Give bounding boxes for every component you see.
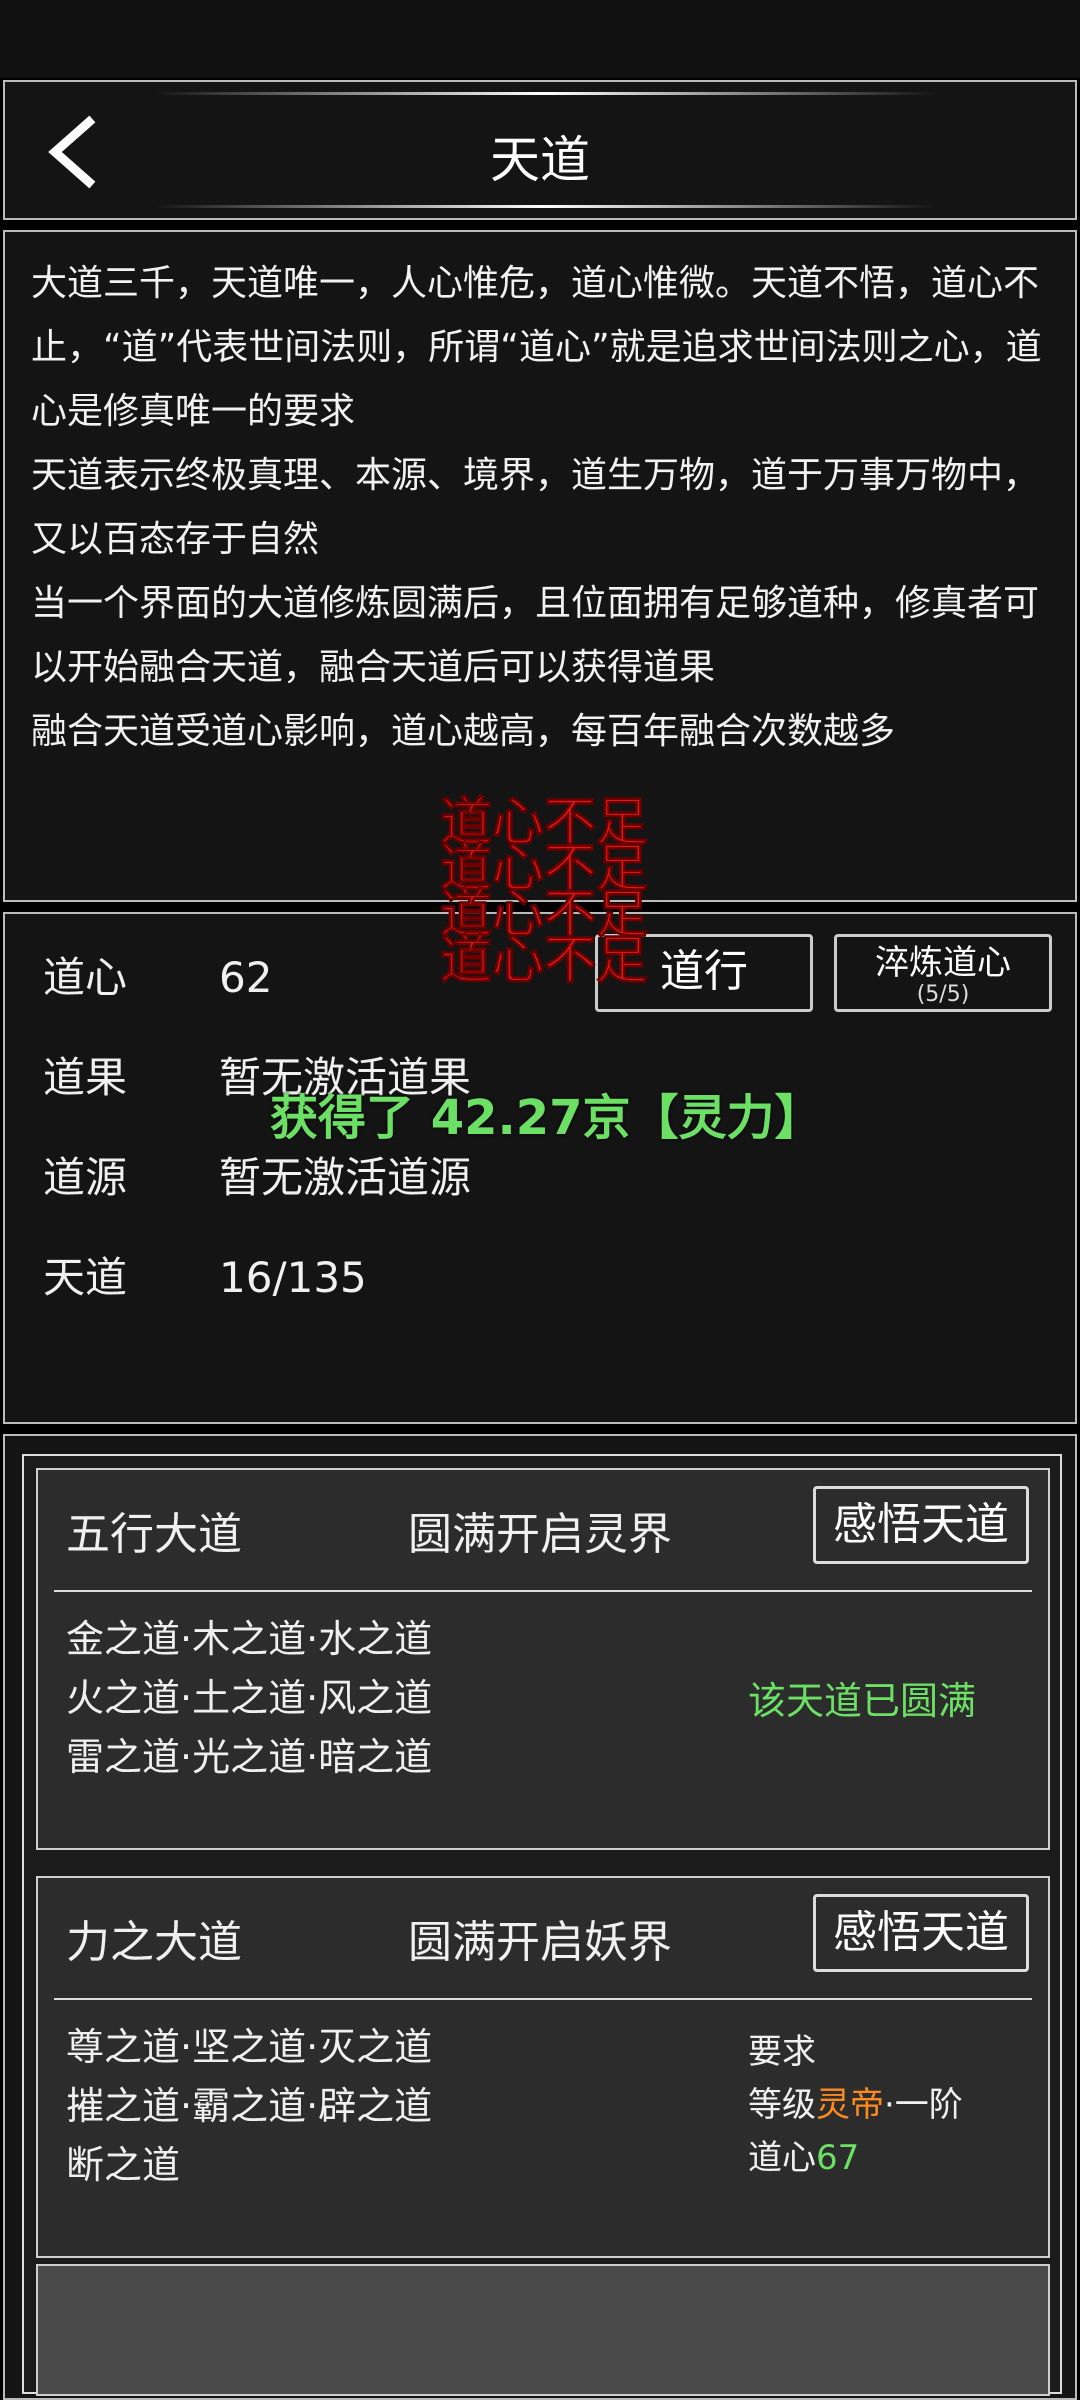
description-paragraph: 当一个界面的大道修炼圆满后，且位面拥有足够道种，修真者可以开始融合天道，融合天道… bbox=[31, 583, 1040, 688]
dao-unlock-text: 圆满开启灵界 bbox=[408, 1509, 672, 1560]
page-title: 天道 bbox=[490, 131, 590, 189]
stat-label: 道果 bbox=[43, 1053, 128, 1102]
dao-card: 五行大道 圆满开启灵界 感悟天道 金之道·木之道·水之道 火之道·土之道·风之道… bbox=[36, 1468, 1050, 1850]
header-shine-bottom bbox=[155, 205, 935, 208]
requirement-daoxin: 道心67 bbox=[748, 2132, 963, 2185]
requirement-daoxin-value: 67 bbox=[816, 2138, 860, 2178]
requirement-title: 要求 bbox=[748, 2032, 816, 2072]
perceive-dao-button[interactable]: 感悟天道 bbox=[813, 1894, 1029, 1972]
dao-name: 五行大道 bbox=[66, 1509, 242, 1560]
dao-list-panel: 五行大道 圆满开启灵界 感悟天道 金之道·木之道·水之道 火之道·土之道·风之道… bbox=[3, 1434, 1077, 2400]
requirement-level-name: 灵帝 bbox=[816, 2085, 884, 2125]
dao-ways-line: 断之道 bbox=[66, 2143, 181, 2187]
dao-ways-line: 金之道·木之道·水之道 bbox=[66, 1617, 433, 1661]
refine-daoxin-button[interactable]: 淬炼道心 (5/5) bbox=[834, 934, 1052, 1012]
description-paragraph: 大道三千，天道唯一，人心惟危，道心惟微。天道不悟，道心不止，“道”代表世间法则，… bbox=[31, 263, 1042, 432]
description-paragraph: 融合天道受道心影响，道心越高，每百年融合次数越多 bbox=[31, 711, 896, 752]
refine-count: (5/5) bbox=[916, 982, 970, 1007]
requirement-level: 等级灵帝·一阶 bbox=[748, 2079, 963, 2132]
stat-value: 62 bbox=[219, 953, 273, 1002]
dao-name: 力之大道 bbox=[66, 1917, 242, 1968]
stat-label: 道源 bbox=[43, 1153, 128, 1202]
header-shine-top bbox=[155, 92, 935, 95]
dao-ways: 尊之道·坚之道·灭之道 摧之道·霸之道·辟之道 断之道 bbox=[66, 2018, 432, 2195]
dao-ways-line: 雷之道·光之道·暗之道 bbox=[66, 1735, 433, 1779]
refine-label: 淬炼道心 bbox=[875, 943, 1011, 983]
stat-label: 道心 bbox=[43, 953, 128, 1002]
dao-list[interactable]: 五行大道 圆满开启灵界 感悟天道 金之道·木之道·水之道 火之道·土之道·风之道… bbox=[22, 1454, 1062, 2396]
divider bbox=[54, 1998, 1032, 2000]
stat-tiandao: 天道 16/135 bbox=[43, 1244, 367, 1305]
dao-card: 力之大道 圆满开启妖界 感悟天道 尊之道·坚之道·灭之道 摧之道·霸之道·辟之道… bbox=[36, 1876, 1050, 2258]
dao-ways-line: 摧之道·霸之道·辟之道 bbox=[66, 2084, 433, 2128]
stat-label: 天道 bbox=[43, 1253, 128, 1302]
warning-text: 道心不足 bbox=[439, 931, 649, 991]
dao-ways-line: 尊之道·坚之道·灭之道 bbox=[66, 2025, 433, 2069]
dao-unlock-text: 圆满开启妖界 bbox=[408, 1917, 672, 1968]
dao-requirement: 要求 等级灵帝·一阶 道心67 bbox=[748, 2026, 963, 2185]
dao-complete-status: 该天道已圆满 bbox=[748, 1679, 977, 1723]
dao-card-partial bbox=[36, 2264, 1050, 2396]
requirement-daoxin-prefix: 道心 bbox=[748, 2138, 816, 2178]
dao-ways: 金之道·木之道·水之道 火之道·土之道·风之道 雷之道·光之道·暗之道 bbox=[66, 1610, 432, 1787]
stat-value: 暂无激活道源 bbox=[219, 1153, 472, 1202]
stat-value: 16/135 bbox=[219, 1253, 367, 1302]
dao-ways-line: 火之道·土之道·风之道 bbox=[66, 1676, 433, 1720]
stat-daoyuan: 道源 暂无激活道源 bbox=[43, 1144, 471, 1205]
description-paragraph: 天道表示终极真理、本源、境界，道生万物，道于万事万物中，又以百态存于自然 bbox=[31, 455, 1040, 560]
requirement-level-suffix: ·一阶 bbox=[884, 2085, 963, 2125]
divider bbox=[54, 1590, 1032, 1592]
perceive-dao-button[interactable]: 感悟天道 bbox=[813, 1486, 1029, 1564]
header: 天道 bbox=[3, 80, 1077, 220]
stat-daoxin: 道心 62 bbox=[43, 944, 272, 1005]
status-bar bbox=[0, 0, 1080, 78]
reward-toast: 获得了 42.27京【灵力】 bbox=[270, 1090, 823, 1146]
requirement-level-prefix: 等级 bbox=[748, 2085, 816, 2125]
insufficient-daoxin-warnings: 道心不足 道心不足 道心不足 道心不足 bbox=[439, 797, 649, 991]
